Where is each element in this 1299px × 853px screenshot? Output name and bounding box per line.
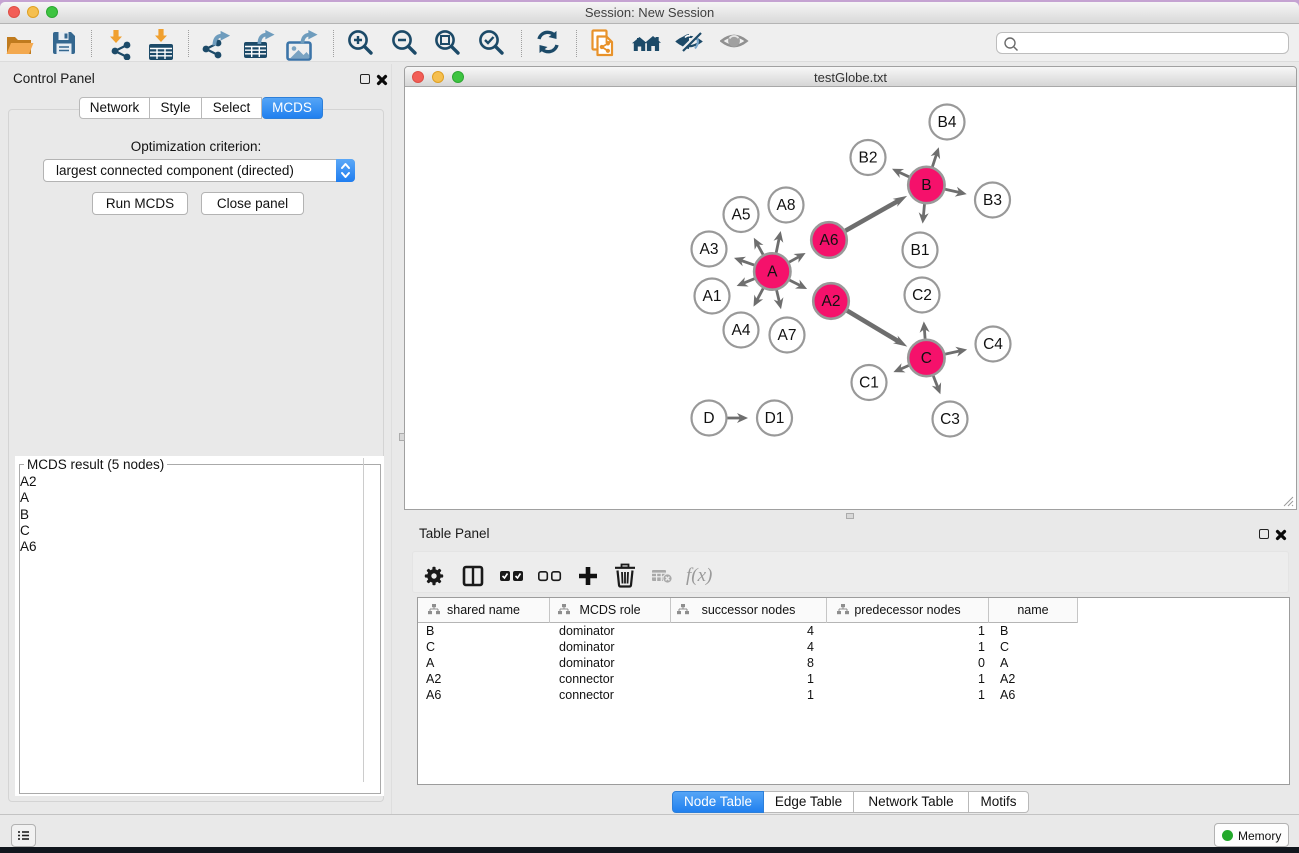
svg-text:A8: A8 [777,197,796,214]
svg-text:C2: C2 [912,287,932,304]
svg-text:A5: A5 [732,207,751,224]
svg-text:D: D [703,410,714,427]
svg-text:A: A [767,264,778,281]
svg-text:C1: C1 [859,375,879,392]
svg-text:C3: C3 [940,411,960,428]
svg-text:A3: A3 [700,241,719,258]
svg-text:C: C [921,350,932,367]
svg-text:A6: A6 [820,232,839,249]
svg-text:A7: A7 [778,327,797,344]
svg-text:A1: A1 [703,288,722,305]
svg-text:f(x): f(x) [686,565,712,586]
svg-text:D1: D1 [765,410,785,427]
svg-text:B1: B1 [911,242,930,259]
svg-text:B2: B2 [859,150,878,167]
svg-text:C4: C4 [983,336,1003,353]
svg-text:B4: B4 [938,114,957,131]
svg-text:A4: A4 [732,322,751,339]
svg-text:B3: B3 [983,192,1002,209]
svg-text:B: B [921,177,931,194]
svg-text:A2: A2 [822,293,841,310]
